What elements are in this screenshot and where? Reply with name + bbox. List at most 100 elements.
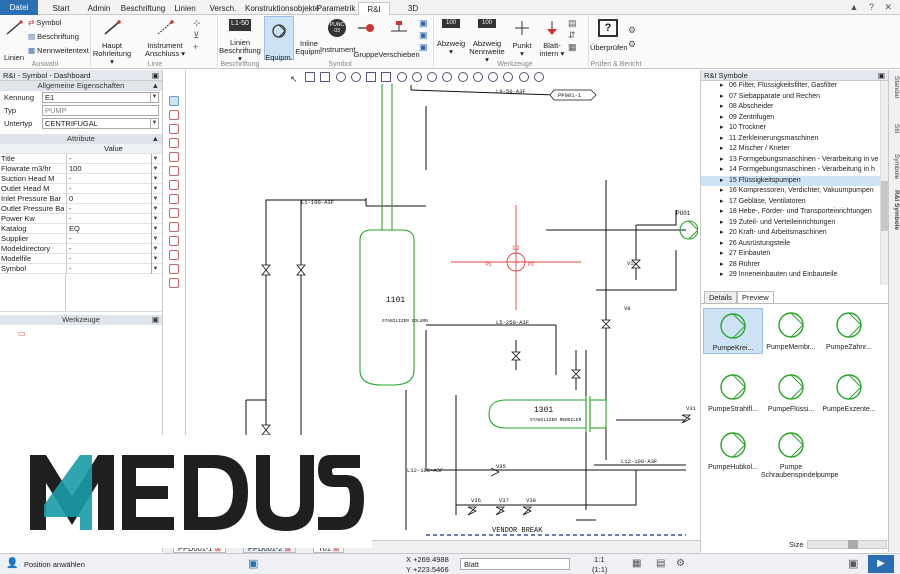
pin-icon[interactable]: ▣ (878, 70, 885, 81)
tab-admin[interactable]: Admin (84, 2, 114, 15)
line-tool-icon[interactable] (169, 138, 179, 148)
snap-icon[interactable] (518, 72, 529, 82)
chevron-down-icon[interactable]: ▼ (151, 164, 159, 174)
collapse-icon[interactable]: ▲ (152, 81, 159, 91)
preview-symbol[interactable]: PumpeFlüssi... (761, 370, 821, 414)
chevron-down-icon[interactable]: ▼ (151, 214, 159, 224)
attribute-value[interactable]: 0 ▼ (66, 194, 159, 204)
tab-beschriftung[interactable]: Beschriftung (120, 2, 166, 15)
valve-tag[interactable]: V36 (471, 497, 481, 504)
pin-icon[interactable]: ▣ (152, 315, 159, 325)
zoom-in-icon[interactable] (427, 72, 438, 82)
side-tab-standard[interactable]: Standar (890, 76, 900, 99)
valve-tag[interactable]: V35 (496, 463, 506, 470)
attribute-value[interactable]: - ▼ (66, 204, 159, 214)
preview-symbol[interactable]: PumpeKrei... (703, 308, 763, 354)
tree-item[interactable]: 18 Hebe-, Förder- und Transporteinrichtu… (701, 207, 881, 218)
tree-scrollbar[interactable] (880, 81, 888, 285)
ribbon-beschriftung-item[interactable]: ▤ Beschriftung (28, 30, 79, 44)
blatt-intern-button[interactable]: Blatt- intern ▾ (537, 19, 567, 58)
tree-item[interactable]: 13 Formgebungsmaschinen - Verarbeitung i… (701, 155, 881, 166)
zoom-fit-icon[interactable] (503, 72, 514, 82)
tab-linien[interactable]: Linien (170, 2, 200, 15)
attribute-value[interactable]: - ▼ (66, 154, 159, 164)
line-label[interactable]: L9-50-A3F (496, 88, 526, 95)
tab-datei[interactable]: Datei (0, 0, 38, 15)
chevron-down-icon[interactable]: ▼ (151, 254, 159, 264)
chevron-down-icon[interactable]: ▼ (151, 194, 159, 204)
attribute-row[interactable]: Title - ▼ (0, 154, 162, 164)
attribute-value[interactable]: - ▼ (66, 184, 159, 194)
tree-item[interactable]: 20 Kraft- und Arbeitsmaschinen (701, 228, 881, 239)
select-tool-icon[interactable] (169, 96, 179, 106)
panel-toggle-icon[interactable]: ▶ (868, 555, 894, 573)
tree-item[interactable]: 12 Mischer / Kneter (701, 144, 881, 155)
symbol-tools-column[interactable]: ▣ ▣ ▣ (419, 17, 428, 53)
equipm-button[interactable]: Equipm. (264, 16, 294, 62)
valve-tool-icon[interactable] (169, 180, 179, 190)
side-tab-symbole[interactable]: Symbole (890, 154, 900, 179)
move-up-icon[interactable] (381, 72, 392, 82)
pointer-icon[interactable]: ↖ (290, 74, 300, 84)
chevron-down-icon[interactable]: ▼ (151, 234, 159, 244)
instrument-anschluss-button[interactable]: Instrument Anschluss ▾ (142, 19, 188, 58)
abzweig-nennweite-button[interactable]: 100 Abzweig Nennweite ▾ (467, 19, 507, 64)
side-tab-stil[interactable]: Stil (890, 124, 900, 133)
layers-icon[interactable]: ▤ (656, 558, 665, 569)
chevron-down-icon[interactable]: ▼ (151, 244, 159, 254)
attribute-row[interactable]: Modeldirectory - ▼ (0, 244, 162, 254)
verschieben-button[interactable]: Verschieben (378, 19, 420, 59)
tree-item[interactable]: 26 Ausrüstungsteile (701, 239, 881, 250)
tree-item[interactable]: 07 Siebapparate und Rechen (701, 92, 881, 103)
report-tools-column[interactable]: ⚙ ⚙ (628, 23, 636, 51)
chevron-down-icon[interactable]: ▼ (151, 174, 159, 184)
cross-tool-icon[interactable] (169, 236, 179, 246)
collapse-icon[interactable]: ▲ (152, 134, 159, 144)
redo-icon[interactable] (350, 72, 361, 82)
tree-item[interactable]: 10 Trockner (701, 123, 881, 134)
attribute-value[interactable]: 100 ▼ (66, 164, 159, 174)
message-icon[interactable]: ▣ (248, 557, 258, 570)
attribute-row[interactable]: Outlet Head M - ▼ (0, 184, 162, 194)
haupt-rohrleitung-button[interactable]: Haupt Rohrleitung ▾ (90, 19, 134, 66)
tab-versch[interactable]: Versch. (206, 2, 240, 15)
attribute-value[interactable]: - ▼ (66, 244, 159, 254)
gruppe-button[interactable]: Gruppe (352, 19, 380, 59)
attribute-value[interactable]: - ▼ (66, 174, 159, 184)
instrument-button[interactable]: PUNC 03 Instrument (320, 19, 355, 54)
werkzeuge-header[interactable]: Werkzeuge ▣ (0, 315, 162, 325)
valve-tag[interactable]: V31 (686, 405, 697, 412)
ueberpruefen-button[interactable]: ? Überprüfen (590, 19, 628, 52)
chevron-down-icon[interactable]: ▼ (151, 204, 159, 214)
valve-tag[interactable]: V8 (624, 305, 631, 312)
zoom-out-icon[interactable] (442, 72, 453, 82)
stabilizer-column[interactable] (359, 84, 415, 386)
line-tools-column[interactable]: ⊹ ⊻ + (193, 17, 201, 53)
preview-symbol[interactable]: Pumpe Schraubenspindelpumpe (761, 428, 838, 480)
valve-tag[interactable]: V37 (499, 497, 509, 504)
selected-pump[interactable] (451, 205, 581, 310)
typ-input[interactable]: PUMP (42, 105, 159, 116)
ribbon-symbol-item[interactable]: ⇄ Symbol (28, 16, 61, 30)
grid-icon[interactable] (533, 72, 544, 82)
tab-3d[interactable]: 3D (398, 2, 428, 15)
tool-icon[interactable]: ▭ (0, 325, 162, 342)
tab-konstruktionsobjekte[interactable]: Konstruktionsobjekte (245, 2, 319, 15)
tree-item[interactable]: 08 Abscheider (701, 102, 881, 113)
line-label[interactable]: L12-100-A3F (621, 458, 657, 465)
tree-item[interactable]: 14 Formgebungsmaschinen - Verarbeitung i… (701, 165, 881, 176)
attribute-row[interactable]: Suction Head M - ▼ (0, 174, 162, 184)
attribute-row[interactable]: Katalog EQ ▼ (0, 224, 162, 234)
linien-beschriftung-button[interactable]: L1-50 Linien Beschriftung ▾ (218, 19, 262, 63)
tree-item[interactable]: 15 Flüssigkeitspumpen (701, 175, 881, 186)
branch-tool-icon[interactable] (169, 152, 179, 162)
valve-tool-icon[interactable] (169, 166, 179, 176)
attribute-header[interactable]: Attribute ▲ (0, 134, 162, 144)
chevron-down-icon[interactable]: ▼ (150, 119, 158, 128)
preview-symbol[interactable]: PumpeStrahlfl... (703, 370, 763, 414)
zoom-all-icon[interactable] (488, 72, 499, 82)
zoom-icon[interactable] (411, 72, 422, 82)
pan-icon[interactable] (472, 72, 483, 82)
attribute-row[interactable]: Flowrate m3/hr 100 ▼ (0, 164, 162, 174)
attribute-value[interactable]: - ▼ (66, 264, 159, 274)
